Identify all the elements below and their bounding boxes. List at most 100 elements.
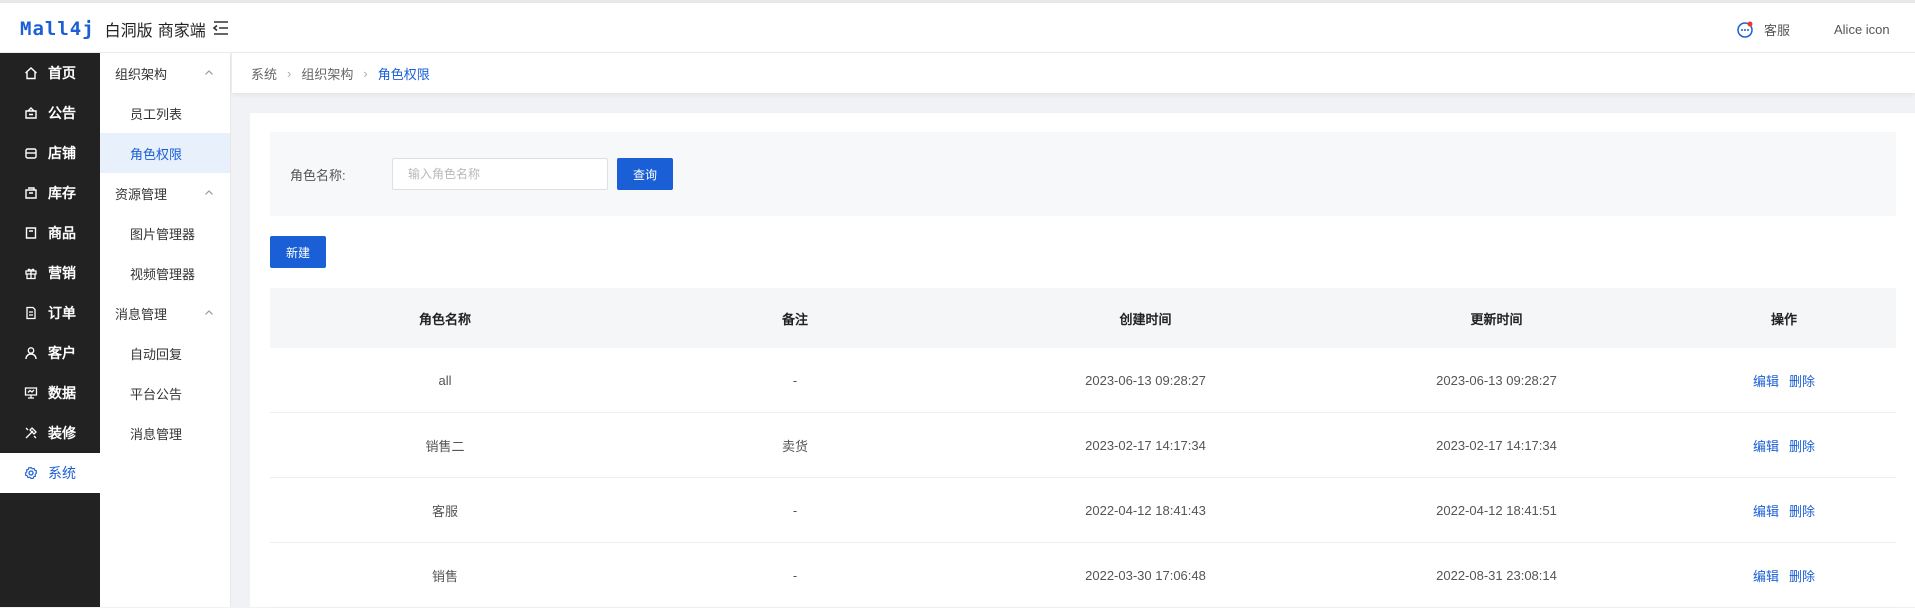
subnav-item-roles[interactable]: 角色权限 — [100, 133, 230, 173]
cell-created: 2022-03-30 17:06:48 — [1085, 567, 1206, 583]
cell-note: - — [792, 567, 798, 583]
cell-note: 卖货 — [781, 438, 808, 454]
nav-item-customer[interactable]: 客户 — [0, 333, 100, 373]
cell-actions: 编辑 删除 — [1672, 436, 1896, 455]
nav-item-shop[interactable]: 店铺 — [0, 133, 100, 173]
chevron-right-icon: › — [287, 65, 292, 81]
table-row: 销售 - 2022-03-30 17:06:48 2022-08-31 23:0… — [270, 543, 1896, 608]
search-button[interactable]: 查询 — [617, 158, 673, 190]
subnav-item-autoreply[interactable]: 自动回复 — [100, 333, 230, 373]
nav-item-label: 公告 — [48, 105, 76, 121]
customer-icon — [25, 347, 37, 360]
subnav-item-videos[interactable]: 视频管理器 — [100, 253, 230, 293]
nav-item-marketing[interactable]: 营销 — [0, 253, 100, 293]
column-header: 创建时间 — [1119, 311, 1172, 327]
subnav-group-label: 消息管理 — [115, 306, 168, 322]
breadcrumb: 系统 › 组织架构 › 角色权限 — [232, 53, 1915, 93]
nav-item-label: 系统 — [48, 465, 76, 481]
cell-updated: 2022-04-12 18:41:51 — [1436, 502, 1557, 518]
subnav-item-images[interactable]: 图片管理器 — [100, 213, 230, 253]
nav-item-data[interactable]: 数据 — [0, 373, 100, 413]
cell-role-name: all — [438, 372, 452, 388]
notice-icon — [25, 107, 37, 119]
column-header: 更新时间 — [1470, 311, 1523, 327]
nav-item-product[interactable]: 商品 — [0, 213, 100, 253]
main-sidebar: 首页 公告 店铺 库存 商品 营销 订单 客户 数据 装修 系统 — [0, 53, 100, 607]
nav-item-label: 客户 — [48, 345, 76, 361]
nav-item-label: 库存 — [48, 185, 76, 201]
cell-created: 2023-06-13 09:28:27 — [1085, 372, 1206, 388]
table-row: 销售二 卖货 2023-02-17 14:17:34 2023-02-17 14… — [270, 413, 1896, 478]
subnav-group-resources[interactable]: 资源管理 — [100, 173, 230, 213]
chevron-right-icon: › — [363, 65, 368, 81]
role-name-input[interactable] — [392, 158, 608, 190]
nav-item-label: 营销 — [48, 265, 76, 281]
decorate-icon — [25, 427, 37, 439]
main-content: 角色名称: 查询 新建 角色名称 备注 创建时间 更新时间 操作 all - 2… — [250, 113, 1915, 608]
logo[interactable]: Mall4j 白洞版 商家端 — [20, 15, 206, 43]
chevron-up-icon — [205, 70, 213, 75]
breadcrumb-item[interactable]: 组织架构 — [301, 64, 353, 83]
edit-link[interactable]: 编辑 — [1753, 504, 1779, 519]
nav-item-decorate[interactable]: 装修 — [0, 413, 100, 453]
column-header: 角色名称 — [418, 311, 471, 327]
subnav-item-platform-notice[interactable]: 平台公告 — [100, 373, 230, 413]
nav-item-label: 装修 — [48, 425, 76, 441]
sub-sidebar: 组织架构 员工列表 角色权限 资源管理 图片管理器 视频管理器 消息管理 自动回… — [100, 53, 231, 607]
chat-icon — [1737, 21, 1753, 38]
nav-item-system[interactable]: 系统 — [0, 453, 100, 493]
subnav-item-employees[interactable]: 员工列表 — [100, 93, 230, 133]
menu-toggle-icon[interactable] — [212, 19, 230, 37]
table-header: 角色名称 备注 创建时间 更新时间 操作 — [270, 288, 1896, 348]
nav-item-inventory[interactable]: 库存 — [0, 173, 100, 213]
nav-item-home[interactable]: 首页 — [0, 53, 100, 93]
role-name-label: 角色名称: — [290, 168, 346, 183]
cell-note: - — [792, 372, 798, 388]
subnav-group-org[interactable]: 组织架构 — [100, 53, 230, 93]
table-row: all - 2023-06-13 09:28:27 2023-06-13 09:… — [270, 348, 1896, 413]
breadcrumb-item[interactable]: 系统 — [251, 64, 277, 83]
inventory-icon — [25, 187, 37, 199]
customer-service-button[interactable]: 客服 — [1736, 20, 1790, 39]
nav-item-label: 商品 — [48, 225, 76, 241]
home-icon — [25, 67, 37, 80]
edit-link[interactable]: 编辑 — [1753, 439, 1779, 454]
cell-note: - — [792, 502, 798, 518]
subnav-group-messages[interactable]: 消息管理 — [100, 293, 230, 333]
gear-icon — [24, 466, 38, 480]
cell-role-name: 销售 — [431, 568, 458, 584]
cell-role-name: 销售二 — [425, 438, 465, 454]
roles-table: 角色名称 备注 创建时间 更新时间 操作 all - 2023-06-13 09… — [270, 288, 1896, 608]
chevron-up-icon — [205, 310, 213, 315]
cell-actions: 编辑 删除 — [1672, 501, 1896, 520]
delete-link[interactable]: 删除 — [1789, 439, 1815, 454]
top-header: Mall4j 白洞版 商家端 客服 Alice icon — [0, 0, 1915, 53]
subnav-item-message-manage[interactable]: 消息管理 — [100, 413, 230, 453]
new-role-button[interactable]: 新建 — [270, 236, 326, 268]
order-icon — [26, 306, 36, 320]
cell-updated: 2023-06-13 09:28:27 — [1436, 372, 1557, 388]
customer-service-label: 客服 — [1764, 23, 1791, 38]
subnav-group-label: 资源管理 — [115, 186, 168, 202]
user-menu[interactable]: Alice icon — [1834, 22, 1890, 37]
delete-link[interactable]: 删除 — [1789, 504, 1815, 519]
delete-link[interactable]: 删除 — [1789, 374, 1815, 389]
nav-item-label: 订单 — [48, 305, 76, 321]
nav-item-label: 首页 — [48, 65, 76, 81]
nav-item-label: 店铺 — [48, 145, 76, 161]
delete-link[interactable]: 删除 — [1789, 569, 1815, 584]
breadcrumb-current: 角色权限 — [377, 66, 430, 82]
table-row: 客服 - 2022-04-12 18:41:43 2022-04-12 18:4… — [270, 478, 1896, 543]
nav-item-label: 数据 — [48, 385, 76, 401]
cell-updated: 2023-02-17 14:17:34 — [1436, 437, 1557, 453]
nav-item-order[interactable]: 订单 — [0, 293, 100, 333]
logo-mall: Mall4j — [20, 18, 95, 40]
search-panel: 角色名称: 查询 — [270, 132, 1896, 216]
edit-link[interactable]: 编辑 — [1753, 374, 1779, 389]
data-icon — [24, 387, 38, 399]
column-header: 备注 — [781, 311, 808, 327]
nav-item-notice[interactable]: 公告 — [0, 93, 100, 133]
cell-actions: 编辑 删除 — [1672, 371, 1896, 390]
edit-link[interactable]: 编辑 — [1753, 569, 1779, 584]
subnav-group-label: 组织架构 — [115, 66, 168, 82]
